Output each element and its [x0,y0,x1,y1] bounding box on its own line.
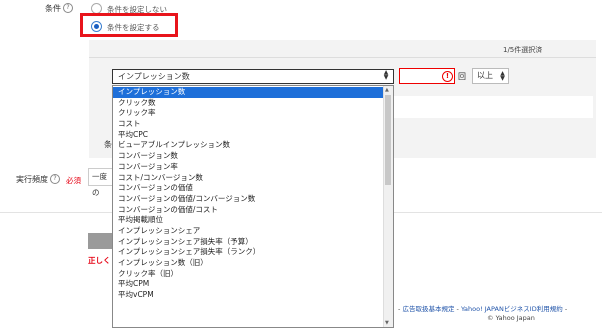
dropdown-option[interactable]: 平均CPC [113,130,385,141]
help-icon[interactable]: ? [63,3,73,13]
frequency-select-value: 一度の [92,172,107,197]
required-badge: 必須 [66,176,81,185]
footer-link-bizid-terms[interactable]: Yahoo! JAPANビジネスID利用規約 [461,305,563,313]
dropdown-option[interactable]: インプレッションシェア損失率（予算） [113,237,385,248]
dropdown-option[interactable]: インプレッションシェア [113,226,385,237]
scroll-thumb[interactable] [385,95,391,185]
dropdown-option[interactable]: コンバージョンの価値/コンバージョン数 [113,194,385,205]
copyright: © Yahoo Japan [487,314,535,322]
footer-sep: - [398,305,401,313]
dropdown-option[interactable]: コンバージョン数 [113,151,385,162]
dropdown-option[interactable]: インプレッションシェア損失率（ランク） [113,247,385,258]
dropdown-option[interactable]: インプレッション数（旧） [113,258,385,269]
panel-divider [89,57,596,58]
footer-link-ad-terms[interactable]: 広告取扱基本規定 [402,305,454,313]
footer-trail: - [564,305,568,313]
times-label: 回 [458,72,466,81]
operator-value: 以上 [477,71,493,80]
error-icon: ! [442,71,453,82]
dropdown-option[interactable]: コンバージョン率 [113,162,385,173]
dropdown-option[interactable]: 平均CPM [113,279,385,290]
condition-label: 条件 [45,4,61,13]
dropdown-scrollbar[interactable]: ▲ ▼ [383,86,393,327]
frequency-select[interactable]: 一度の [88,168,114,197]
operator-arrows-icon: ▲ ▼ [500,70,505,82]
submit-button[interactable] [88,233,114,249]
frequency-help-icon[interactable]: ? [50,174,60,184]
radio-set-condition-label: 条件を設定する [107,23,160,32]
footer-links: - 広告取扱基本規定 - Yahoo! JAPANビジネスID利用規約 - [398,305,568,313]
select-arrows-icon: ▲ ▼ [383,69,389,81]
dropdown-option[interactable]: 平均vCPM [113,290,385,301]
dropdown-option[interactable]: ビューアブルインプレッション数 [113,140,385,151]
dropdown-option[interactable]: コスト/コンバージョン数 [113,173,385,184]
dropdown-option[interactable]: クリック率 [113,108,385,119]
scroll-down-icon[interactable]: ▼ [385,320,389,326]
dropdown-option[interactable]: インプレッション数 [113,87,385,98]
scroll-up-icon[interactable]: ▲ [385,87,389,93]
dropdown-option[interactable]: コンバージョンの価値 [113,183,385,194]
dropdown-option[interactable]: クリック率（旧） [113,269,385,280]
selection-count: 1/5件選択済 [503,46,543,54]
radio-set-condition[interactable] [91,21,102,32]
dropdown-option[interactable]: コンバージョンの価値/コスト [113,205,385,216]
metric-select[interactable]: インプレッション数 [112,69,394,84]
metric-select-value: インプレッション数 [118,72,190,81]
metric-dropdown-list: インプレッション数 クリック数 クリック率 コスト 平均CPC ビューアブルインプレッショ… [112,85,394,328]
dropdown-option[interactable]: クリック数 [113,98,385,109]
partial-label: 条 [104,140,112,149]
dropdown-option[interactable]: 平均掲載順位 [113,215,385,226]
dropdown-option[interactable]: コスト [113,119,385,130]
error-message: 正しく [88,256,111,265]
frequency-label: 実行頻度 [16,175,48,184]
